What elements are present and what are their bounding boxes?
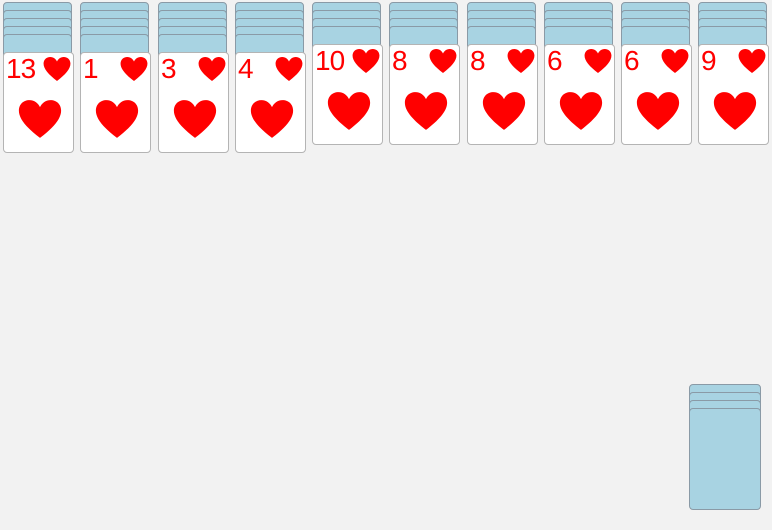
heart-icon: [120, 56, 148, 82]
heart-icon: [173, 100, 217, 138]
face-up-card[interactable]: 3: [158, 52, 229, 153]
heart-icon: [95, 100, 139, 138]
face-up-card[interactable]: 13: [3, 52, 74, 153]
card-rank: 1: [83, 53, 99, 84]
heart-icon: [198, 56, 226, 82]
heart-icon: [352, 48, 380, 74]
heart-icon: [559, 92, 603, 130]
card-rank: 4: [238, 53, 254, 84]
heart-icon: [738, 48, 766, 74]
heart-icon: [584, 48, 612, 74]
heart-icon: [327, 92, 371, 130]
face-up-card[interactable]: 6: [621, 44, 692, 145]
face-up-card[interactable]: 9: [698, 44, 769, 145]
heart-icon: [43, 56, 71, 82]
heart-icon: [482, 92, 526, 130]
heart-icon: [429, 48, 457, 74]
face-up-card[interactable]: 6: [544, 44, 615, 145]
stock-card: [689, 408, 761, 510]
face-up-card[interactable]: 8: [467, 44, 538, 145]
card-rank: 8: [392, 45, 408, 76]
card-rank: 3: [161, 53, 177, 84]
heart-icon: [661, 48, 689, 74]
stock-pile[interactable]: [689, 384, 761, 518]
heart-icon: [250, 100, 294, 138]
face-up-card[interactable]: 10: [312, 44, 383, 145]
heart-icon: [507, 48, 535, 74]
heart-icon: [636, 92, 680, 130]
card-rank: 8: [470, 45, 486, 76]
heart-icon: [404, 92, 448, 130]
face-up-card[interactable]: 8: [389, 44, 460, 145]
card-rank: 6: [624, 45, 640, 76]
card-rank: 10: [315, 45, 345, 76]
heart-icon: [713, 92, 757, 130]
heart-icon: [18, 100, 62, 138]
face-up-card[interactable]: 1: [80, 52, 151, 153]
card-rank: 9: [701, 45, 717, 76]
card-rank: 6: [547, 45, 563, 76]
game-board: 13 1 3 4 10 8 8 6 6 9: [0, 0, 772, 530]
card-rank: 13: [6, 53, 36, 84]
face-up-card[interactable]: 4: [235, 52, 306, 153]
heart-icon: [275, 56, 303, 82]
